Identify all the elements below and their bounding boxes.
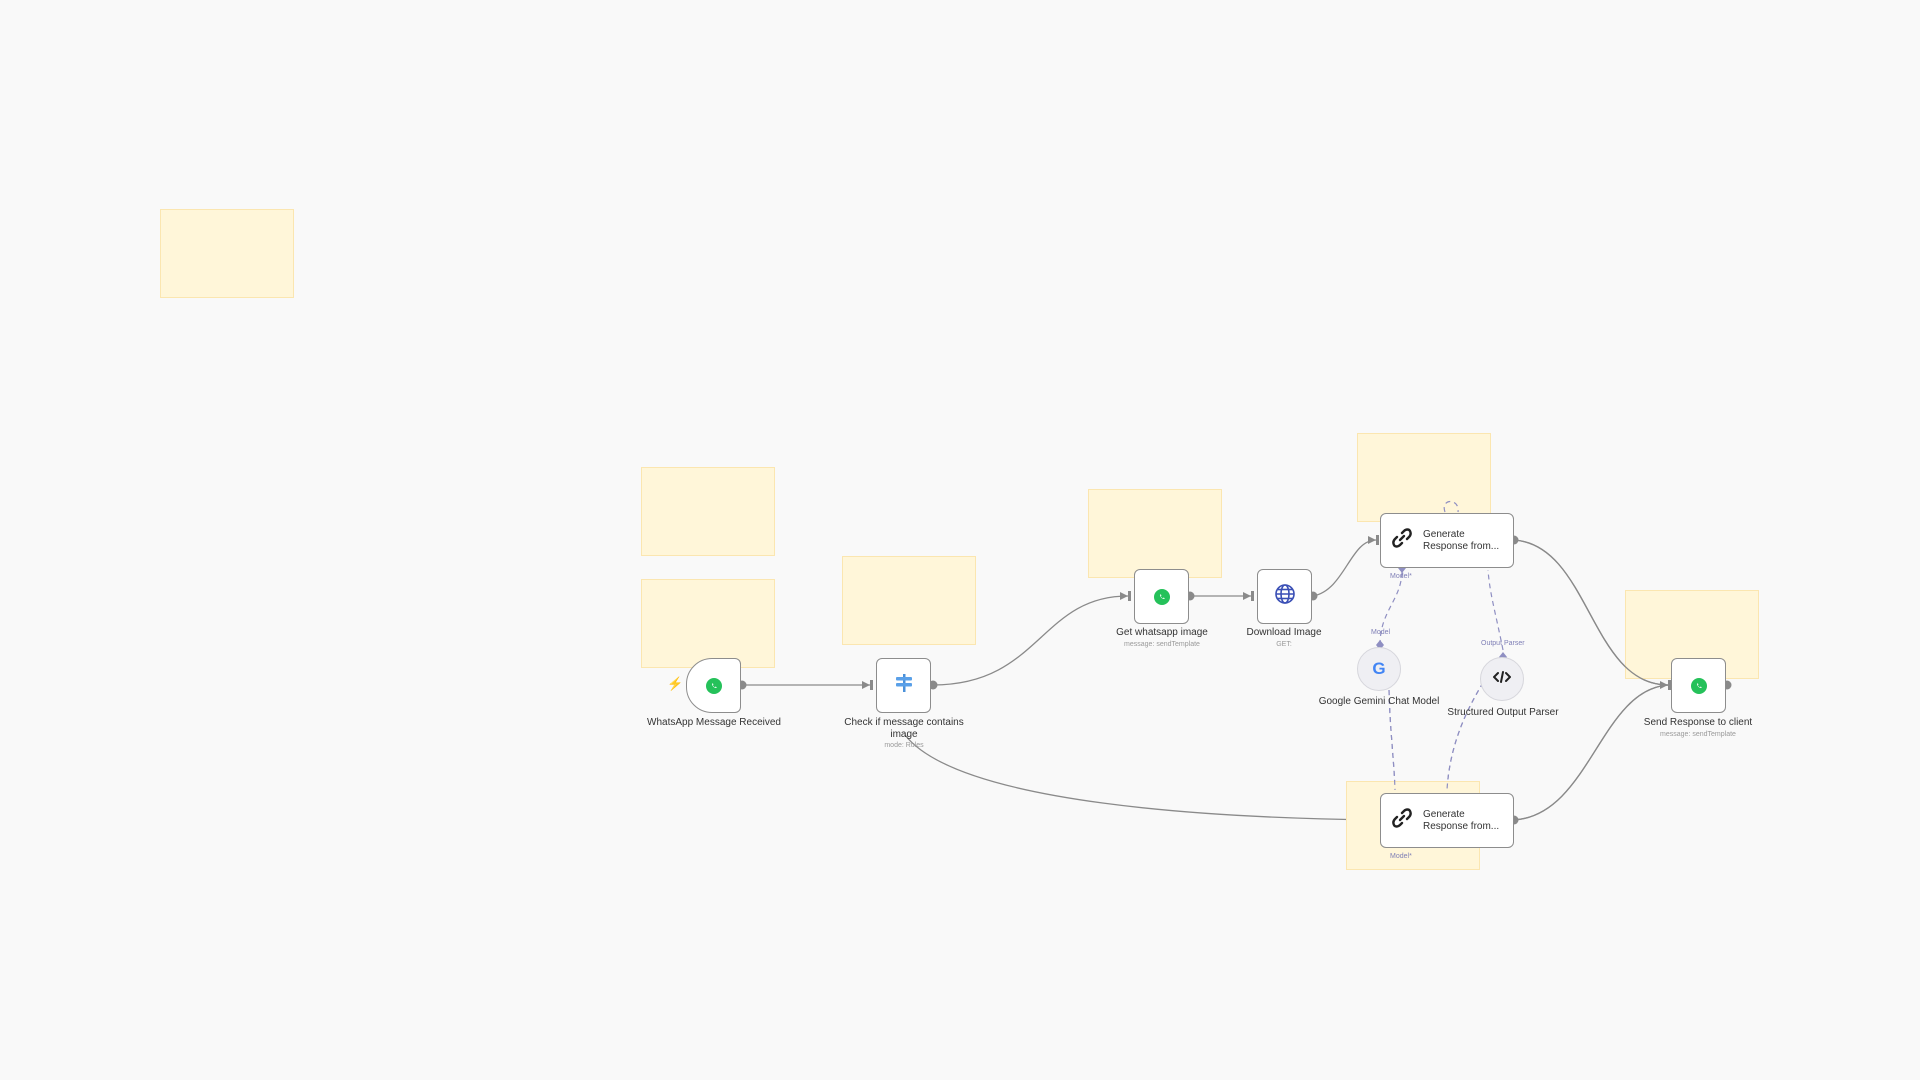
sticky-note[interactable]: [641, 579, 775, 668]
model-handle-label: Model*: [1390, 573, 1412, 580]
chain-link-icon: [1391, 807, 1413, 834]
signpost-icon: [893, 672, 915, 699]
parser-handle-label: Output Parser: [1481, 640, 1525, 647]
whatsapp-icon: [1690, 677, 1707, 694]
input-handle: [1128, 591, 1131, 601]
node-subtitle: GET:: [1276, 641, 1292, 648]
node-subtitle: message: sendTemplate: [1124, 641, 1200, 648]
node-label: Send Response to client: [1643, 717, 1753, 728]
edge-switch-to-genbottom: [904, 734, 1377, 821]
node-label: Check if message contains image: [844, 717, 964, 740]
node-label-line: Generate: [1423, 808, 1465, 820]
code-icon: [1492, 670, 1512, 689]
arrowhead: [862, 681, 870, 689]
node-google-gemini-chat-model[interactable]: G: [1357, 647, 1401, 691]
node-whatsapp-trigger[interactable]: [686, 658, 741, 713]
node-label: Get whatsapp image: [1116, 627, 1208, 638]
sticky-note[interactable]: [1088, 489, 1222, 578]
edge-genbottom-to-send: [1513, 684, 1669, 821]
globe-icon: [1274, 583, 1296, 610]
node-label: Generate Response from...: [1423, 809, 1499, 833]
sticky-note[interactable]: [160, 209, 294, 298]
node-label-line: Generate: [1423, 528, 1465, 540]
node-label-line: Response from...: [1423, 540, 1500, 552]
sticky-note[interactable]: [641, 467, 775, 556]
node-structured-output-parser[interactable]: [1480, 657, 1524, 701]
node-label: Structured Output Parser: [1447, 707, 1559, 718]
node-generate-response-top[interactable]: Generate Response from...: [1380, 513, 1514, 568]
arrowhead: [1120, 592, 1128, 600]
node-label: Google Gemini Chat Model: [1318, 696, 1440, 707]
node-download-image[interactable]: [1257, 569, 1312, 624]
model-handle-label: Model: [1371, 629, 1391, 636]
node-generate-response-bottom[interactable]: Generate Response from...: [1380, 793, 1514, 848]
arrowhead: [1243, 592, 1251, 600]
edge-download-to-gentop: [1312, 539, 1377, 597]
arrowhead: [1660, 681, 1668, 689]
google-icon: G: [1372, 659, 1386, 678]
node-get-whatsapp-image[interactable]: [1134, 569, 1189, 624]
arrowhead: [1368, 536, 1376, 544]
input-handle: [1251, 591, 1254, 601]
node-label-line: Response from...: [1423, 820, 1500, 832]
node-label: Generate Response from...: [1423, 529, 1499, 553]
whatsapp-icon: [705, 677, 722, 694]
sticky-note[interactable]: [842, 556, 976, 645]
model-handle-label: Model*: [1390, 853, 1412, 860]
chain-link-icon: [1391, 527, 1413, 554]
node-check-image-switch[interactable]: [876, 658, 931, 713]
trigger-bolt-icon: ⚡: [667, 676, 684, 691]
input-handle: [1376, 535, 1379, 545]
node-label: Download Image: [1246, 627, 1322, 638]
input-handle: [870, 680, 873, 690]
sticky-note[interactable]: [1357, 433, 1491, 522]
node-send-response-to-client[interactable]: [1671, 658, 1726, 713]
workflow-canvas[interactable]: [0, 0, 1920, 1080]
node-subtitle: message: sendTemplate: [1660, 731, 1736, 738]
ai-edge-parser-to-gentop: [1487, 569, 1504, 651]
whatsapp-icon: [1153, 588, 1170, 605]
node-subtitle: mode: Rules: [884, 742, 924, 749]
node-label: WhatsApp Message Received: [647, 717, 781, 728]
